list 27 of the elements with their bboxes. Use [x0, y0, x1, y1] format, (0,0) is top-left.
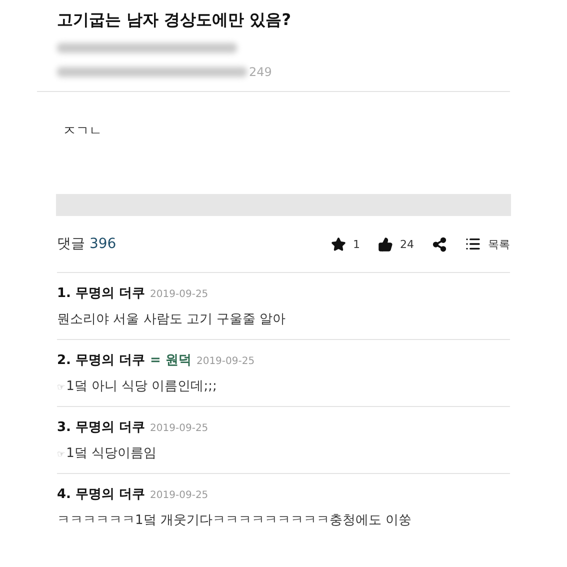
list-icon: [465, 236, 481, 252]
post-body: ㅈㄱㄴ: [63, 124, 102, 139]
thumbs-up-icon: [378, 236, 393, 252]
list-button[interactable]: 목록: [465, 236, 510, 252]
comment-text: 1덬 식당이름임: [66, 445, 156, 462]
comment-text: ㅋㅋㅋㅋㅋㅋ1덬 개웃기다ㅋㅋㅋㅋㅋㅋㅋㅋㅋ충청에도 이쑹: [57, 512, 412, 529]
comment-author: 3. 무명의 더쿠: [57, 419, 146, 436]
post-title: 고기굽는 남자 경상도에만 있음?: [57, 10, 292, 31]
comment-date: 2019-09-25: [150, 423, 208, 434]
comment-count: 댓글 396: [57, 235, 116, 253]
comment-date: 2019-09-25: [196, 356, 255, 367]
view-count: 249: [249, 65, 272, 79]
like-button[interactable]: 24: [378, 236, 414, 252]
comment-text: 1덬 아니 식당 이름인데;;;: [66, 378, 217, 395]
share-icon: [432, 236, 447, 252]
reply-target: = 원덕: [150, 352, 192, 369]
comment-date: 2019-09-25: [150, 289, 208, 300]
pointer-mark: ☞: [57, 450, 66, 460]
comment-author: 4. 무명의 더쿠: [57, 486, 146, 503]
share-button[interactable]: [432, 236, 447, 252]
comment-author: 1. 무명의 더쿠: [57, 285, 146, 302]
favorite-button[interactable]: 1: [331, 236, 360, 252]
pointer-mark: ☞: [57, 383, 66, 393]
comment-date: 2019-09-25: [150, 490, 208, 501]
star-icon: [331, 236, 346, 252]
comment-author: 2. 무명의 더쿠: [57, 352, 146, 369]
comment-text: 뭔소리야 서울 사람도 고기 구울줄 알아: [57, 311, 286, 328]
